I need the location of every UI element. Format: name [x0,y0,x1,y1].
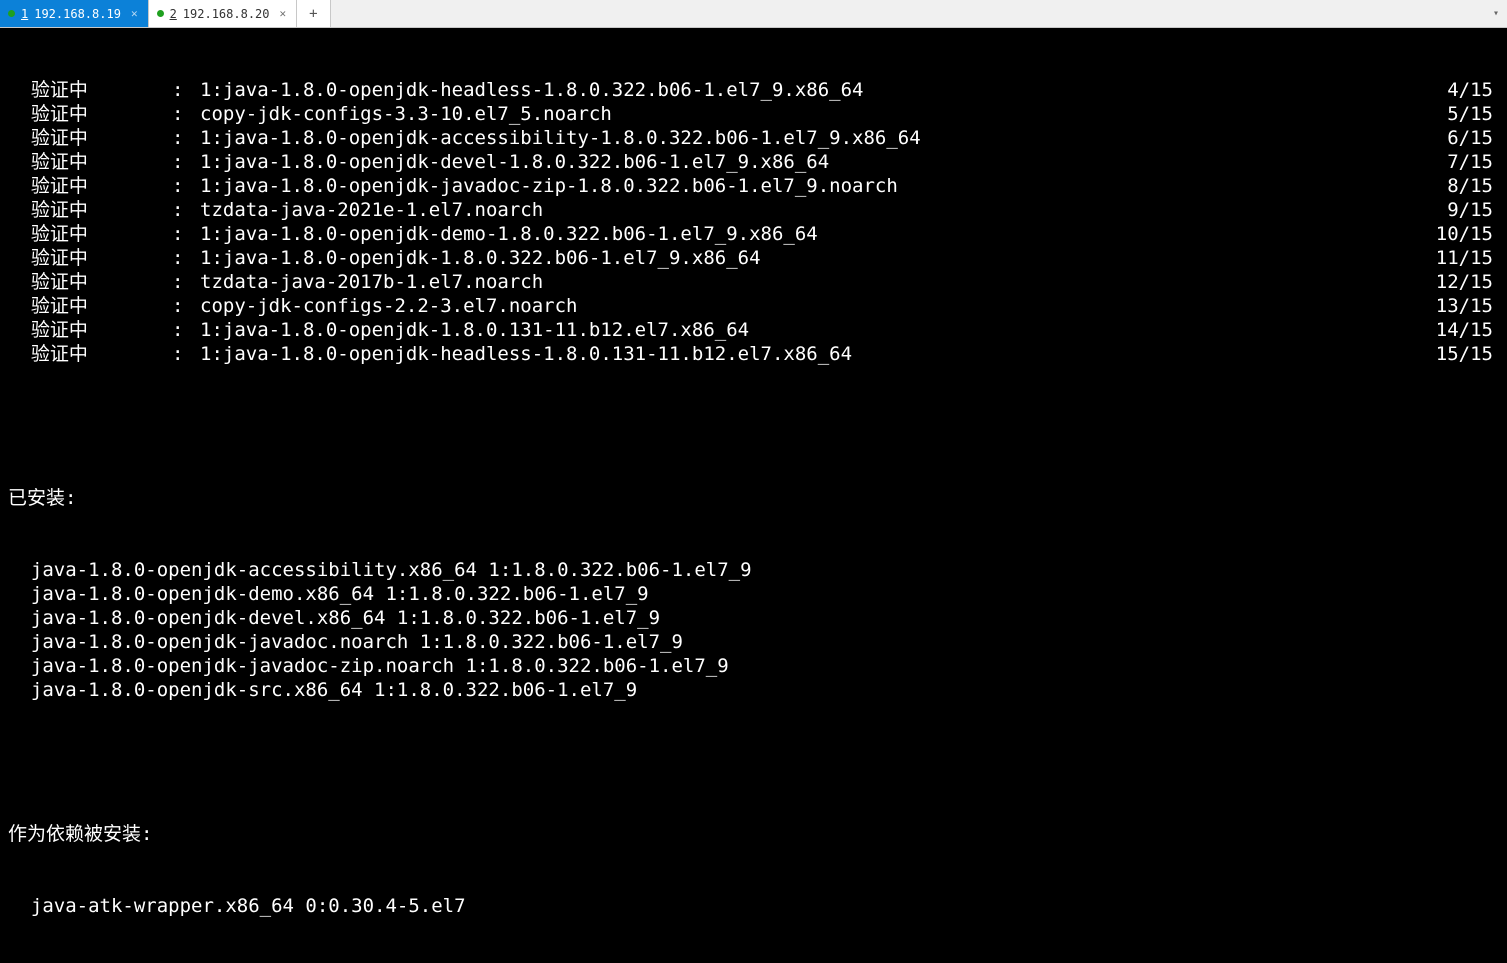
verify-pkg: tzdata-java-2017b-1.el7.noarch [200,270,1427,294]
installed-pkg: java-1.8.0-openjdk-javadoc-zip.noarch 1:… [8,654,1507,678]
verify-count: 13/15 [1427,294,1507,318]
verify-label: 验证中 [8,270,172,294]
verify-count: 8/15 [1427,174,1507,198]
verify-count: 14/15 [1427,318,1507,342]
dep-installed-header: 作为依赖被安装: [8,822,1507,846]
verify-count: 11/15 [1427,246,1507,270]
verify-row: 验证中: 1:java-1.8.0-openjdk-headless-1.8.0… [8,342,1507,366]
verify-row: 验证中: tzdata-java-2021e-1.el7.noarch9/15 [8,198,1507,222]
tab-label: 192.168.8.20 [183,7,270,21]
verify-count: 6/15 [1427,126,1507,150]
verify-pkg: copy-jdk-configs-2.2-3.el7.noarch [200,294,1427,318]
tab-number: 1 [21,7,28,21]
verify-label: 验证中 [8,150,172,174]
verify-pkg: tzdata-java-2021e-1.el7.noarch [200,198,1427,222]
add-tab-button[interactable]: + [297,0,330,27]
tab-label: 192.168.8.19 [34,7,121,21]
verify-row: 验证中: 1:java-1.8.0-openjdk-1.8.0.131-11.b… [8,318,1507,342]
verify-sep: : [172,270,200,294]
close-icon[interactable]: ✕ [131,7,138,20]
verify-row: 验证中: copy-jdk-configs-3.3-10.el7_5.noarc… [8,102,1507,126]
tab-list-menu-icon[interactable]: ▾ [1485,0,1507,27]
verify-sep: : [172,246,200,270]
verify-row: 验证中: 1:java-1.8.0-openjdk-devel-1.8.0.32… [8,150,1507,174]
tab-2[interactable]: 2 192.168.8.20 ✕ [149,0,298,27]
verify-pkg: copy-jdk-configs-3.3-10.el7_5.noarch [200,102,1427,126]
close-icon[interactable]: ✕ [280,7,287,20]
verify-count: 9/15 [1427,198,1507,222]
installed-header: 已安装: [8,486,1507,510]
installed-pkg: java-1.8.0-openjdk-accessibility.x86_64 … [8,558,1507,582]
verify-sep: : [172,198,200,222]
verify-label: 验证中 [8,126,172,150]
verify-label: 验证中 [8,342,172,366]
tab-bar: 1 192.168.8.19 ✕ 2 192.168.8.20 ✕ + ▾ [0,0,1507,28]
verify-count: 12/15 [1427,270,1507,294]
verify-label: 验证中 [8,246,172,270]
verify-sep: : [172,318,200,342]
verify-sep: : [172,102,200,126]
verify-label: 验证中 [8,198,172,222]
verify-pkg: 1:java-1.8.0-openjdk-headless-1.8.0.322.… [200,78,1427,102]
verify-label: 验证中 [8,294,172,318]
installed-pkg: java-1.8.0-openjdk-src.x86_64 1:1.8.0.32… [8,678,1507,702]
tab-number: 2 [170,7,177,21]
verify-pkg: 1:java-1.8.0-openjdk-accessibility-1.8.0… [200,126,1427,150]
tabbar-spacer [331,0,1485,27]
verify-label: 验证中 [8,78,172,102]
status-dot-icon [157,10,164,17]
verify-sep: : [172,342,200,366]
verify-sep: : [172,174,200,198]
verify-pkg: 1:java-1.8.0-openjdk-javadoc-zip-1.8.0.3… [200,174,1427,198]
verify-row: 验证中: tzdata-java-2017b-1.el7.noarch12/15 [8,270,1507,294]
verify-pkg: 1:java-1.8.0-openjdk-demo-1.8.0.322.b06-… [200,222,1427,246]
verify-count: 7/15 [1427,150,1507,174]
verify-sep: : [172,222,200,246]
verify-row: 验证中: 1:java-1.8.0-openjdk-javadoc-zip-1.… [8,174,1507,198]
terminal-output[interactable]: 验证中: 1:java-1.8.0-openjdk-headless-1.8.0… [0,28,1507,963]
verify-row: 验证中: copy-jdk-configs-2.2-3.el7.noarch13… [8,294,1507,318]
verify-row: 验证中: 1:java-1.8.0-openjdk-accessibility-… [8,126,1507,150]
verify-row: 验证中: 1:java-1.8.0-openjdk-demo-1.8.0.322… [8,222,1507,246]
verify-row: 验证中: 1:java-1.8.0-openjdk-headless-1.8.0… [8,78,1507,102]
verify-label: 验证中 [8,102,172,126]
verify-pkg: 1:java-1.8.0-openjdk-headless-1.8.0.131-… [200,342,1427,366]
verify-sep: : [172,126,200,150]
verify-label: 验证中 [8,318,172,342]
verify-label: 验证中 [8,174,172,198]
dep-installed-pkg: java-atk-wrapper.x86_64 0:0.30.4-5.el7 [8,894,1507,918]
verify-pkg: 1:java-1.8.0-openjdk-1.8.0.131-11.b12.el… [200,318,1427,342]
verify-row: 验证中: 1:java-1.8.0-openjdk-1.8.0.322.b06-… [8,246,1507,270]
installed-pkg: java-1.8.0-openjdk-javadoc.noarch 1:1.8.… [8,630,1507,654]
installed-pkg: java-1.8.0-openjdk-demo.x86_64 1:1.8.0.3… [8,582,1507,606]
status-dot-icon [8,10,15,17]
verify-count: 15/15 [1427,342,1507,366]
verify-count: 4/15 [1427,78,1507,102]
installed-pkg: java-1.8.0-openjdk-devel.x86_64 1:1.8.0.… [8,606,1507,630]
verify-count: 5/15 [1427,102,1507,126]
verify-count: 10/15 [1427,222,1507,246]
verify-label: 验证中 [8,222,172,246]
tab-1[interactable]: 1 192.168.8.19 ✕ [0,0,149,27]
verify-pkg: 1:java-1.8.0-openjdk-devel-1.8.0.322.b06… [200,150,1427,174]
verify-pkg: 1:java-1.8.0-openjdk-1.8.0.322.b06-1.el7… [200,246,1427,270]
verify-sep: : [172,294,200,318]
verify-sep: : [172,78,200,102]
verify-sep: : [172,150,200,174]
